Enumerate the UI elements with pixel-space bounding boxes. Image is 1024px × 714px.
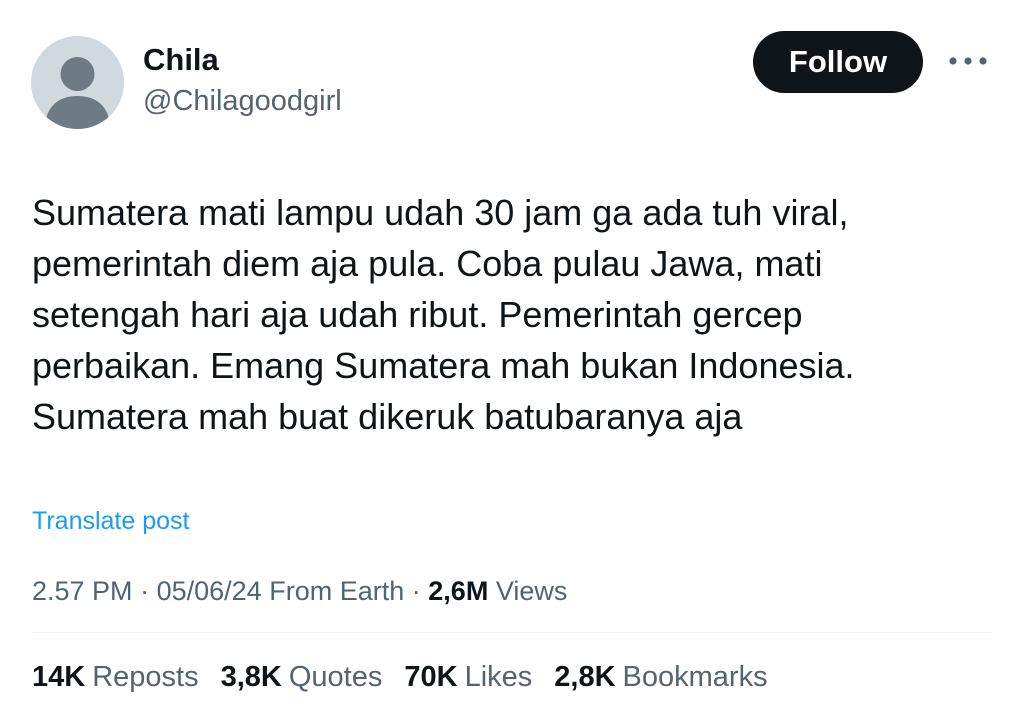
post-time[interactable]: 2.57 PM [32,576,133,606]
post-text-line: pemerintah diem aja pula. Coba pulau Jaw… [32,243,823,284]
views-label: Views [495,576,568,606]
translate-post-link[interactable]: Translate post [32,505,189,537]
more-button[interactable] [945,48,991,74]
avatar[interactable] [31,36,124,129]
reposts-count: 14K [32,661,86,693]
meta-separator: · [411,576,421,606]
author-display-name[interactable]: Chila [143,42,219,78]
post-location: From Earth [269,576,405,606]
post-text-line: perbaikan. Emang Sumatera mah bukan Indo… [32,345,855,386]
divider [32,632,992,633]
likes-stat[interactable]: 70K Likes [404,659,532,695]
quotes-stat[interactable]: 3,8K Quotes [221,659,383,695]
quotes-label: Quotes [288,661,383,693]
bookmarks-stat[interactable]: 2,8K Bookmarks [554,659,767,695]
post-card: Chila @Chilagoodgirl Follow Sumatera mat… [0,0,1024,714]
post-text-line: Sumatera mah buat dikeruk batubaranya aj… [32,396,743,437]
reposts-label: Reposts [92,661,199,693]
views-count: 2,6M [428,576,489,606]
post-text: Sumatera mati lampu udah 30 jam ga ada t… [32,187,982,442]
engagement-stats: 14K Reposts 3,8K Quotes 70K Likes 2,8K Bookm… [32,659,768,695]
post-text-line: setengah hari aja udah ribut. Pemerintah… [32,294,803,335]
author-handle[interactable]: @Chilagoodgirl [143,84,342,118]
post-date[interactable]: 05/06/24 [157,576,262,606]
meta-separator: · [140,576,150,606]
reposts-stat[interactable]: 14K Reposts [32,659,199,695]
post-text-line: Sumatera mati lampu udah 30 jam ga ada t… [32,192,849,233]
default-avatar-icon [45,57,110,129]
quotes-count: 3,8K [220,661,282,693]
bookmarks-label: Bookmarks [622,661,768,693]
post-meta: 2.57 PM · 05/06/24 From Earth · 2,6M Vie… [32,574,567,608]
likes-count: 70K [404,661,458,693]
more-horizontal-icon [949,57,987,65]
likes-label: Likes [464,661,533,693]
bookmarks-count: 2,8K [554,661,616,693]
follow-button[interactable]: Follow [753,31,923,93]
